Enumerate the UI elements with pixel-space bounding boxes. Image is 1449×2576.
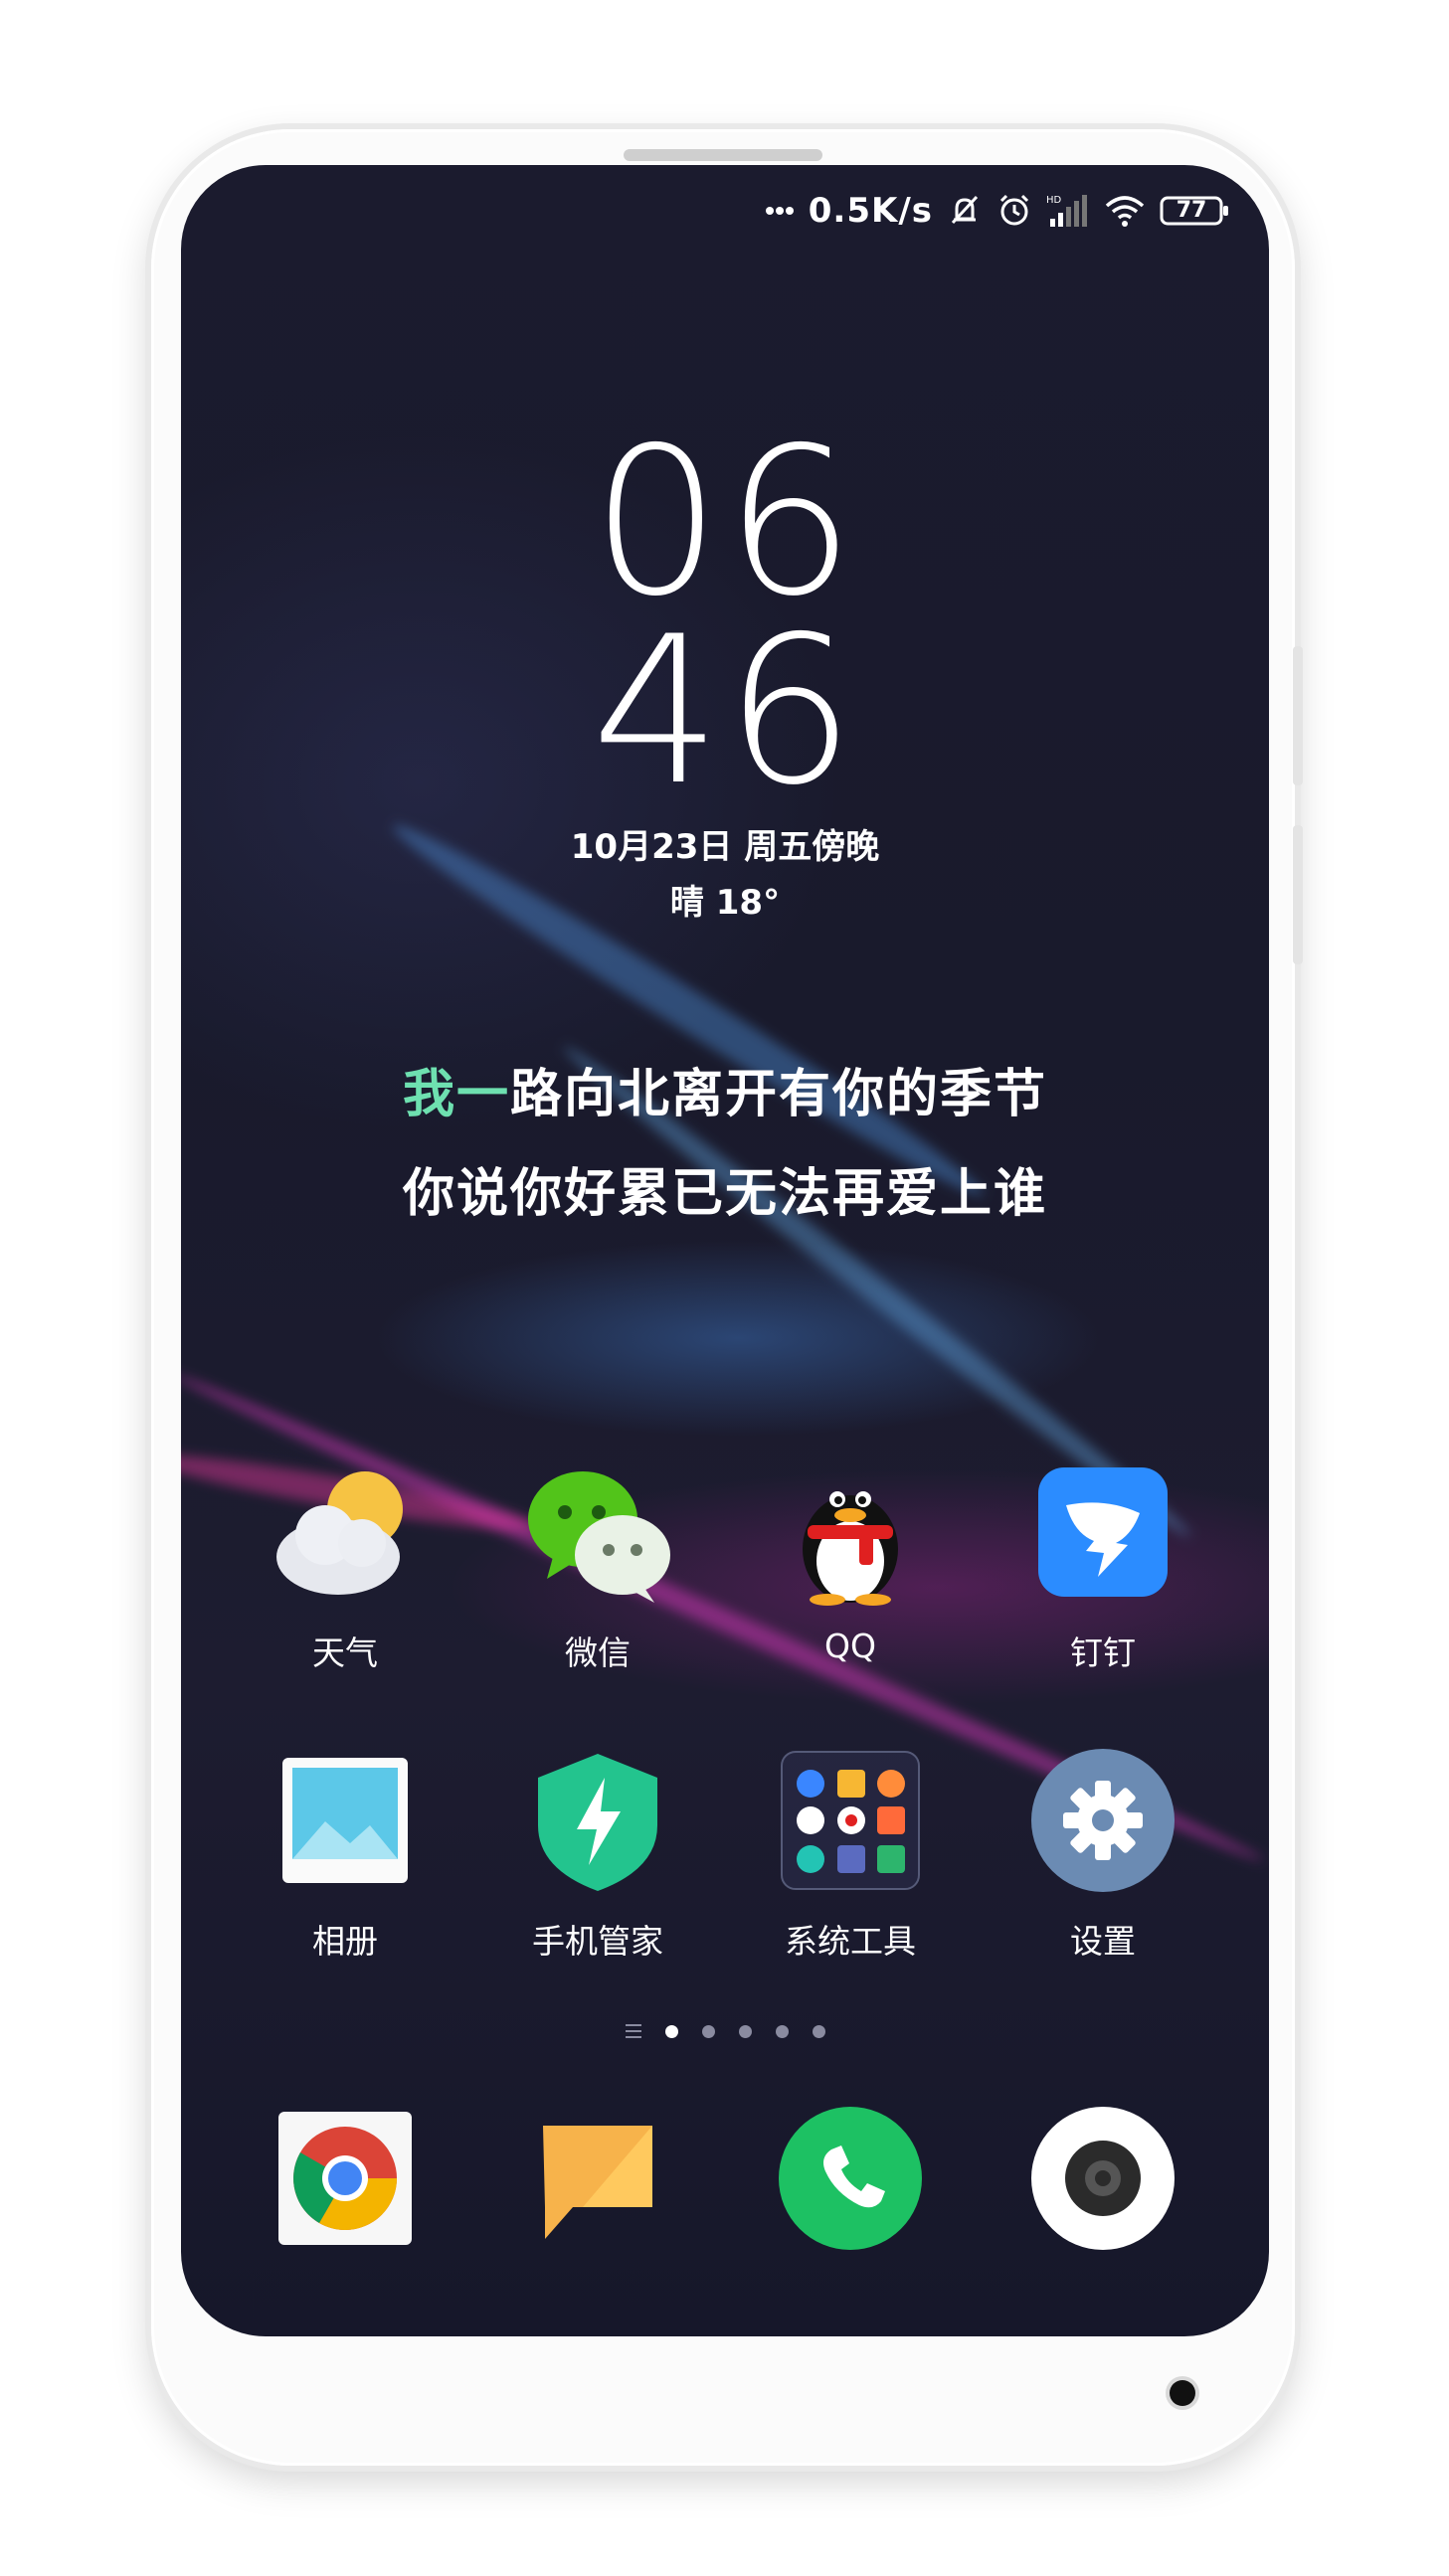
mute-bell-icon: [947, 193, 983, 229]
app-label: 系统工具: [785, 1922, 916, 1961]
app-label: 设置: [1070, 1922, 1136, 1961]
clock-minute[interactable]: 46: [181, 610, 1269, 814]
page-list-icon[interactable]: [625, 2024, 641, 2038]
app-wechat[interactable]: 微信: [493, 1458, 702, 1674]
app-label: 微信: [565, 1633, 631, 1672]
home-screen: 0.5K/s HD 77 06 46 10月23日 周五傍晚 晴 18° 我一路…: [181, 165, 1269, 2336]
page-dot[interactable]: [775, 2024, 789, 2038]
app-label: 手机管家: [532, 1922, 663, 1961]
phone-icon[interactable]: [776, 2104, 925, 2253]
qq-penguin-icon: [776, 1458, 925, 1607]
app-security[interactable]: 手机管家: [493, 1746, 702, 1963]
app-label: 天气: [312, 1633, 378, 1672]
settings-gear-icon: [1028, 1746, 1177, 1895]
more-dots-icon: [765, 206, 795, 216]
hd-label: HD: [1046, 195, 1062, 206]
lyric-line-2: 你说你好累已无法再爱上谁: [402, 1164, 1047, 1224]
app-gallery[interactable]: 相册: [241, 1746, 450, 1963]
app-system-tools[interactable]: 系统工具: [746, 1746, 955, 1963]
security-shield-icon: [523, 1746, 672, 1895]
app-weather[interactable]: 天气: [241, 1458, 450, 1674]
alarm-icon: [996, 193, 1032, 229]
weather-summary: 晴 18°: [669, 883, 781, 923]
cellular-signal-icon: HD: [1046, 193, 1090, 229]
app-qq[interactable]: QQ: [746, 1458, 955, 1665]
weather-icon: [271, 1458, 420, 1607]
page-dot[interactable]: [738, 2024, 752, 2038]
lyric-rest: 路向北离开有你的季节: [510, 1065, 1048, 1124]
app-settings[interactable]: 设置: [998, 1746, 1207, 1963]
app-label: 相册: [312, 1922, 378, 1961]
front-camera: [1170, 2380, 1195, 2406]
camera-icon[interactable]: [1028, 2104, 1177, 2253]
messages-icon[interactable]: [523, 2104, 672, 2253]
volume-button: [1293, 646, 1303, 785]
date-label: 10月23日 周五傍晚: [570, 827, 880, 867]
earpiece-speaker: [624, 149, 822, 161]
status-bar: 0.5K/s HD 77: [765, 187, 1229, 235]
battery-icon: 77: [1160, 195, 1229, 227]
page-dot[interactable]: [664, 2024, 678, 2038]
dingtalk-icon: [1028, 1458, 1177, 1607]
page-indicator[interactable]: [181, 2024, 1269, 2038]
system-tools-folder-icon: [776, 1746, 925, 1895]
network-speed: 0.5K/s: [808, 191, 933, 231]
power-button: [1293, 825, 1303, 964]
battery-level: 77: [1176, 198, 1207, 223]
chrome-icon[interactable]: [271, 2104, 420, 2253]
lyric-highlight: 我一: [402, 1065, 510, 1124]
app-label: QQ: [824, 1627, 876, 1665]
page-dot[interactable]: [701, 2024, 715, 2038]
wechat-icon: [523, 1458, 672, 1607]
wifi-icon: [1104, 194, 1146, 228]
page-dot[interactable]: [812, 2024, 825, 2038]
app-label: 钉钉: [1070, 1633, 1136, 1672]
app-dingtalk[interactable]: 钉钉: [998, 1458, 1207, 1674]
lyric-line-1: 我一路向北离开有你的季节: [181, 1052, 1269, 1126]
gallery-icon: [271, 1746, 420, 1895]
clock-hour[interactable]: 06: [181, 422, 1269, 625]
